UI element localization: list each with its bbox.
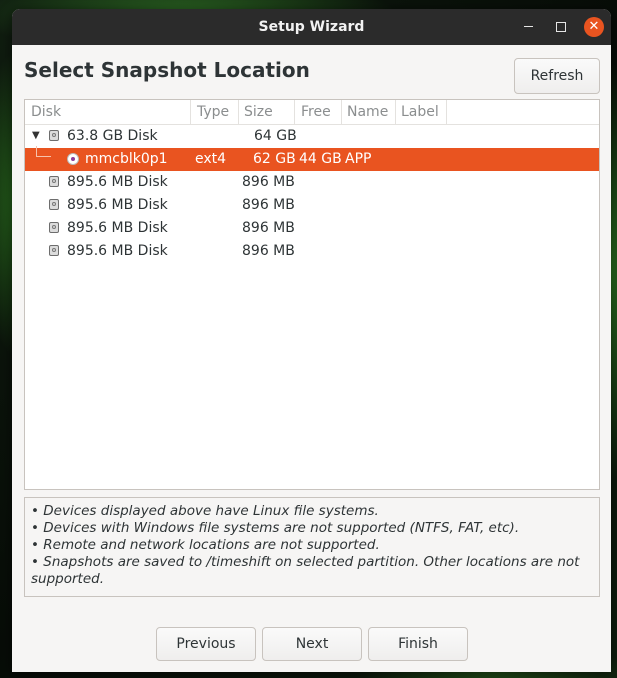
table-row[interactable]: ▼ 63.8 GB Disk 64 GB bbox=[25, 125, 599, 148]
column-header-size[interactable]: Size bbox=[244, 104, 273, 120]
disk-drive-icon bbox=[49, 222, 59, 233]
disk-name: 895.6 MB Disk bbox=[67, 197, 168, 213]
info-notes-panel: • Devices displayed above have Linux fil… bbox=[24, 497, 600, 597]
disk-size: 62 GB bbox=[253, 151, 296, 167]
close-icon[interactable]: ✕ bbox=[584, 17, 604, 37]
note-line: • Devices displayed above have Linux fil… bbox=[31, 503, 379, 519]
disk-size: 896 MB bbox=[242, 243, 295, 259]
disk-name: mmcblk0p1 bbox=[85, 151, 168, 167]
finish-button[interactable]: Finish bbox=[368, 627, 468, 661]
note-line: • Snapshots are saved to /timeshift on s… bbox=[31, 554, 580, 587]
column-header-free[interactable]: Free bbox=[301, 104, 331, 120]
disk-free: 44 GB bbox=[299, 151, 342, 167]
column-divider bbox=[190, 100, 191, 124]
column-header-type[interactable]: Type bbox=[197, 104, 229, 120]
table-row[interactable]: 895.6 MB Disk 896 MB bbox=[25, 171, 599, 194]
setup-wizard-window: Setup Wizard ✕ Select Snapshot Location … bbox=[12, 9, 611, 672]
page-title: Select Snapshot Location bbox=[24, 58, 310, 82]
triangle-down-icon[interactable]: ▼ bbox=[32, 130, 40, 141]
maximize-icon[interactable] bbox=[551, 17, 571, 37]
note-line: • Devices with Windows file systems are … bbox=[31, 520, 520, 536]
disk-type: ext4 bbox=[195, 151, 227, 167]
table-row[interactable]: 895.6 MB Disk 896 MB bbox=[25, 217, 599, 240]
note-line: • Remote and network locations are not s… bbox=[31, 537, 380, 553]
disk-drive-icon bbox=[49, 176, 59, 187]
disk-name: 895.6 MB Disk bbox=[67, 174, 168, 190]
refresh-button[interactable]: Refresh bbox=[514, 58, 600, 94]
column-header-label[interactable]: Label bbox=[401, 104, 439, 120]
tree-header: Disk Type Size Free Name Label bbox=[25, 100, 599, 125]
tree-connector-line bbox=[36, 146, 51, 157]
disk-size: 64 GB bbox=[254, 128, 297, 144]
previous-button[interactable]: Previous bbox=[156, 627, 256, 661]
table-row[interactable]: 895.6 MB Disk 896 MB bbox=[25, 194, 599, 217]
disk-name: 895.6 MB Disk bbox=[67, 220, 168, 236]
column-header-name[interactable]: Name bbox=[347, 104, 388, 120]
disk-name: 63.8 GB Disk bbox=[67, 128, 158, 144]
disk-size: 896 MB bbox=[242, 174, 295, 190]
disk-size: 896 MB bbox=[242, 197, 295, 213]
column-divider bbox=[238, 100, 239, 124]
column-divider bbox=[446, 100, 447, 124]
title-bar[interactable]: Setup Wizard ✕ bbox=[12, 9, 611, 45]
column-divider bbox=[341, 100, 342, 124]
disk-size: 896 MB bbox=[242, 220, 295, 236]
partition-icon bbox=[67, 153, 79, 165]
disk-tree-view[interactable]: Disk Type Size Free Name Label ▼ 63.8 GB… bbox=[24, 99, 600, 490]
minimize-icon[interactable] bbox=[518, 17, 538, 37]
disk-drive-icon bbox=[49, 199, 59, 210]
table-row-selected[interactable]: mmcblk0p1 ext4 62 GB 44 GB APP bbox=[25, 146, 599, 171]
disk-name: 895.6 MB Disk bbox=[67, 243, 168, 259]
column-header-disk[interactable]: Disk bbox=[31, 104, 61, 120]
column-divider bbox=[395, 100, 396, 124]
column-divider bbox=[294, 100, 295, 124]
disk-drive-icon bbox=[49, 245, 59, 256]
next-button[interactable]: Next bbox=[262, 627, 362, 661]
table-row[interactable]: 895.6 MB Disk 896 MB bbox=[25, 240, 599, 263]
disk-drive-icon bbox=[49, 130, 59, 141]
disk-volume-name: APP bbox=[345, 151, 372, 167]
